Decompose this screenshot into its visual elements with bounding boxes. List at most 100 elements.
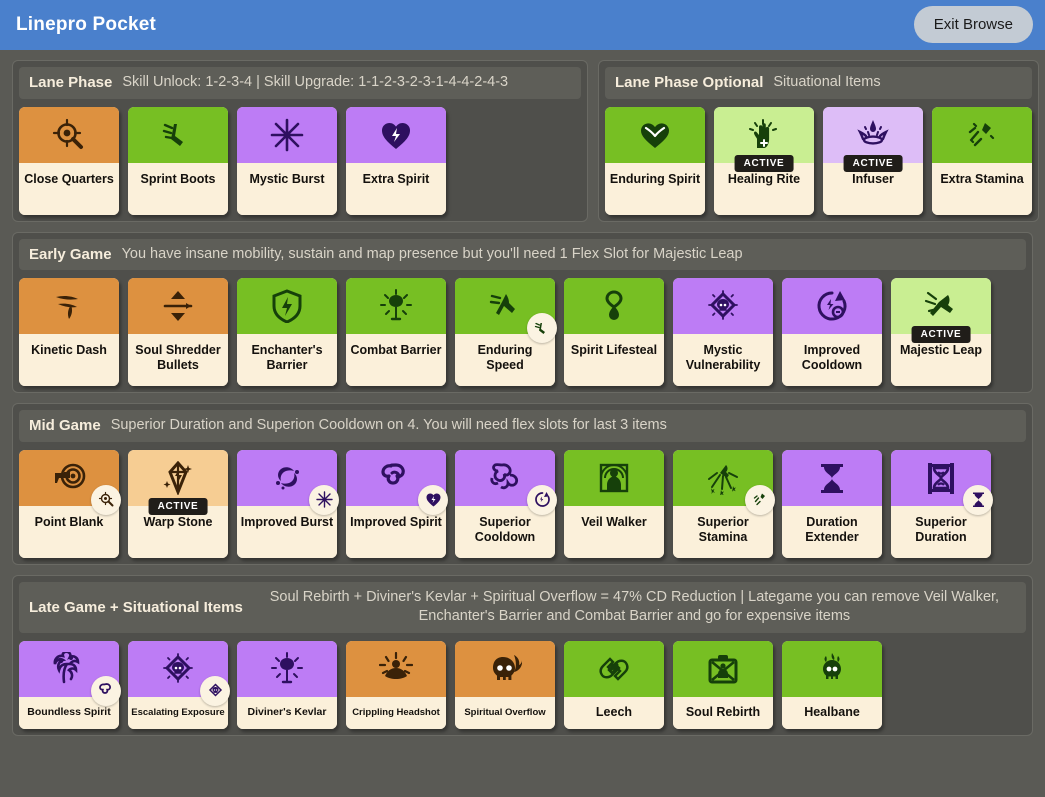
item-icon-area [346, 640, 446, 697]
section-note: Soul Rebirth + Diviner's Kevlar + Spirit… [269, 588, 1000, 625]
item-name: Extra Spirit [346, 162, 446, 215]
item-name: Duration Extender [782, 505, 882, 558]
item-icon-area [673, 449, 775, 515]
item-card[interactable]: ACTIVE Warp Stone [128, 449, 228, 558]
item-icon-area [564, 449, 664, 506]
item-name: Spiritual Overflow [455, 696, 555, 729]
item-card[interactable]: Close Quarters [19, 106, 119, 215]
section-title: Late Game + Situational Items [29, 598, 243, 616]
component-badge [527, 484, 557, 515]
item-icon-area [19, 449, 121, 515]
item-icon-area [237, 106, 337, 163]
item-name: Enchanter's Barrier [237, 334, 337, 387]
item-card[interactable]: Kinetic Dash [19, 278, 119, 387]
item-icon-area [237, 640, 337, 697]
item-card[interactable]: Spirit Lifesteal [564, 278, 664, 387]
item-icon-area [237, 449, 339, 515]
item-card[interactable]: Veil Walker [564, 449, 664, 558]
item-name: Extra Stamina [932, 162, 1032, 215]
item-icon-area [19, 278, 119, 335]
item-row: Boundless Spirit Escalating Exposure Divin… [19, 640, 1026, 729]
item-card[interactable]: Combat Barrier [346, 278, 446, 387]
item-card[interactable]: Superior Duration [891, 449, 993, 558]
item-card[interactable]: Diviner's Kevlar [237, 640, 337, 729]
item-icon-area [673, 640, 773, 697]
item-card[interactable]: Sprint Boots [128, 106, 228, 215]
exit-browse-button[interactable]: Exit Browse [913, 6, 1033, 43]
item-name: Spirit Lifesteal [564, 334, 664, 387]
item-card[interactable]: Escalating Exposure [128, 640, 230, 729]
item-card[interactable]: Extra Spirit [346, 106, 446, 215]
component-badge [963, 484, 993, 515]
item-icon-area: ACTIVE [714, 106, 814, 172]
active-badge: ACTIVE [843, 154, 903, 172]
build-board: Lane Phase Skill Unlock: 1-2-3-4 | Skill … [0, 50, 1045, 736]
item-icon-area [564, 278, 664, 335]
item-icon-area: ACTIVE [891, 278, 991, 344]
section-header: Late Game + Situational Items Soul Rebirt… [19, 581, 1026, 633]
item-name: Leech [564, 696, 664, 729]
item-card[interactable]: Improved Cooldown [782, 278, 882, 387]
component-badge [418, 484, 448, 515]
item-icon-area [455, 640, 555, 697]
active-badge: ACTIVE [148, 497, 208, 515]
app-title: Linepro Pocket [16, 14, 157, 35]
item-icon-area [237, 278, 337, 335]
item-card[interactable]: Soul Rebirth [673, 640, 773, 729]
section-header: Lane Phase Skill Unlock: 1-2-3-4 | Skill … [19, 67, 581, 99]
section-title: Mid Game [29, 417, 101, 435]
item-icon-area [19, 106, 119, 163]
item-card[interactable]: Enduring Speed [455, 278, 557, 387]
item-icon-area: ACTIVE [823, 106, 923, 172]
row-spacer [455, 107, 581, 215]
item-name: Mystic Vulnerability [673, 334, 773, 387]
item-card[interactable]: Crippling Headshot [346, 640, 446, 729]
build-section: Lane Phase Optional Situational Items Endu… [598, 60, 1039, 222]
item-icon-area [564, 640, 664, 697]
item-card[interactable]: Enchanter's Barrier [237, 278, 337, 387]
item-row: Close Quarters Sprint Boots Mystic Burst Ex… [19, 106, 581, 215]
item-card[interactable]: Healbane [782, 640, 882, 729]
item-name: Mystic Burst [237, 162, 337, 215]
item-name: Enduring Spirit [605, 162, 705, 215]
item-row: Point Blank ACTIVE Warp Stone Improved Burs… [19, 449, 1026, 558]
item-icon-area [455, 278, 557, 344]
item-icon-area [932, 106, 1032, 163]
item-card[interactable]: ACTIVE Healing Rite [714, 106, 814, 215]
item-card[interactable]: Spiritual Overflow [455, 640, 555, 729]
active-badge: ACTIVE [911, 326, 971, 344]
item-icon-area [19, 640, 121, 706]
item-card[interactable]: Improved Burst [237, 449, 339, 558]
section-header: Lane Phase Optional Situational Items [605, 67, 1032, 99]
component-badge [91, 484, 121, 515]
item-icon-area: ACTIVE [128, 449, 228, 515]
item-card[interactable]: Boundless Spirit [19, 640, 121, 729]
item-card[interactable]: Improved Spirit [346, 449, 448, 558]
item-name: Crippling Headshot [346, 696, 446, 729]
item-card[interactable]: Enduring Spirit [605, 106, 705, 215]
item-card[interactable]: ACTIVE Infuser [823, 106, 923, 215]
item-card[interactable]: Mystic Burst [237, 106, 337, 215]
item-name: Soul Shredder Bullets [128, 334, 228, 387]
item-name: Veil Walker [564, 505, 664, 558]
item-card[interactable]: Superior Stamina [673, 449, 775, 558]
item-card[interactable]: Extra Stamina [932, 106, 1032, 215]
item-card[interactable]: ACTIVE Majestic Leap [891, 278, 991, 387]
item-card[interactable]: Mystic Vulnerability [673, 278, 773, 387]
section-note: Skill Unlock: 1-2-3-4 | Skill Upgrade: 1… [122, 74, 509, 90]
item-card[interactable]: Superior Cooldown [455, 449, 557, 558]
item-icon-area [128, 106, 228, 163]
item-icon-area [605, 106, 705, 163]
build-section: Lane Phase Skill Unlock: 1-2-3-4 | Skill … [12, 60, 588, 222]
item-card[interactable]: Leech [564, 640, 664, 729]
section-header: Mid Game Superior Duration and Superion C… [19, 410, 1026, 442]
item-icon-area [891, 449, 993, 515]
item-card[interactable]: Duration Extender [782, 449, 882, 558]
item-card[interactable]: Point Blank [19, 449, 121, 558]
item-icon-area [346, 449, 448, 515]
item-name: Improved Cooldown [782, 334, 882, 387]
item-card[interactable]: Soul Shredder Bullets [128, 278, 228, 387]
section-title: Lane Phase [29, 74, 113, 92]
item-icon-area [455, 449, 557, 515]
item-icon-area [346, 278, 446, 335]
